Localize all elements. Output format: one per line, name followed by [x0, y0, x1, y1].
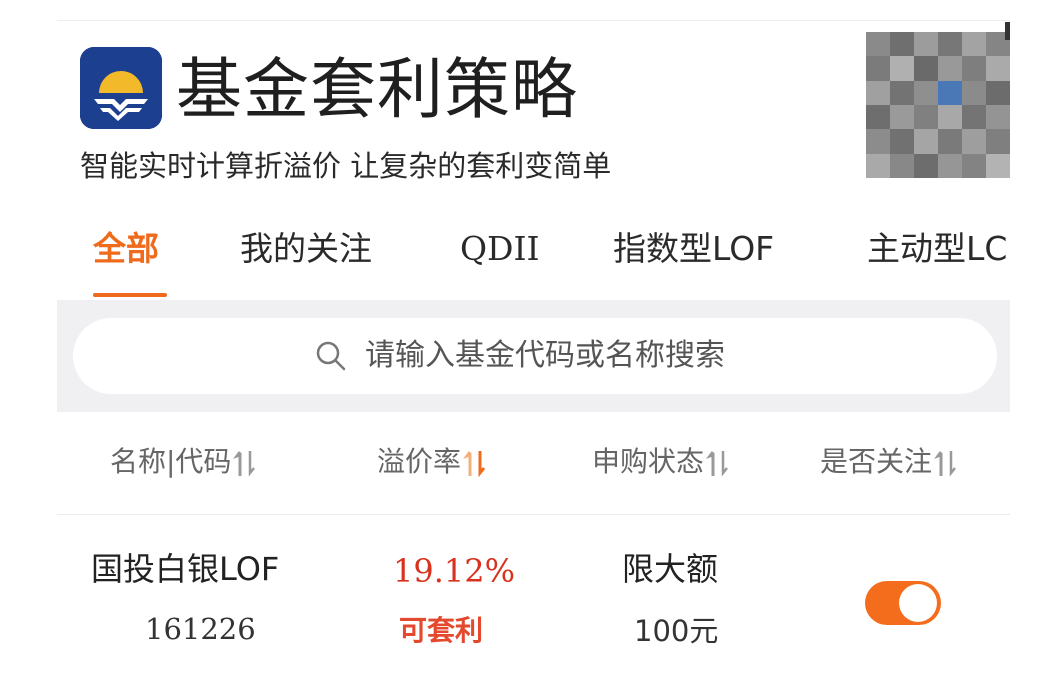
sort-arrows-icon [934, 446, 960, 480]
search-input[interactable]: 请输入基金代码或名称搜索 [73, 318, 997, 394]
tab-active-lof[interactable]: 主动型LC [867, 218, 1007, 280]
sort-subscribe-status[interactable]: 申购状态 [592, 442, 732, 482]
arbitrage-tag: 可套利 [399, 614, 484, 647]
sort-label: 溢价率 [377, 445, 462, 478]
fund-code: 161226 [145, 612, 256, 646]
search-icon [314, 339, 348, 373]
sort-label: 是否关注 [820, 445, 933, 478]
tab-qdii[interactable]: QDII [460, 218, 540, 280]
app-title: 基金套利策略 [176, 51, 578, 128]
sort-label: 名称|代码 [110, 445, 232, 478]
tab-index-lof[interactable]: 指数型LOF [613, 218, 774, 280]
sort-followed[interactable]: 是否关注 [820, 442, 960, 482]
fund-name: 国投白银LOF [91, 550, 280, 588]
sort-label: 申购状态 [592, 445, 705, 478]
active-tab-indicator [93, 293, 167, 297]
sort-name-code[interactable]: 名称|代码 [110, 442, 259, 482]
fund-logo-icon [80, 47, 162, 129]
tab-all[interactable]: 全部 [93, 218, 159, 280]
edge-mark [1005, 22, 1010, 40]
table-row[interactable]: 国投白银LOF 161226 19.12% 可套利 限大额 100元 [57, 515, 1010, 678]
toggle-knob [899, 584, 937, 622]
tab-my-follows[interactable]: 我的关注 [240, 218, 372, 280]
sort-arrows-active-icon [463, 446, 489, 480]
sort-header: 名称|代码 溢价率 申购状态 是否关注 [57, 412, 1010, 515]
tab-bar: 全部 我的关注 QDII 指数型LOF 主动型LC [57, 218, 1010, 300]
qr-code-icon [866, 32, 1010, 178]
sort-arrows-icon [706, 446, 732, 480]
subscribe-limit: 100元 [634, 614, 719, 648]
premium-rate: 19.12% [393, 552, 516, 590]
search-area: 请输入基金代码或名称搜索 [57, 300, 1010, 412]
app-subtitle: 智能实时计算折溢价 让复杂的套利变简单 [80, 149, 612, 183]
sort-arrows-icon [233, 446, 259, 480]
subscribe-status: 限大额 [622, 550, 719, 588]
search-placeholder: 请输入基金代码或名称搜索 [365, 338, 725, 373]
follow-toggle[interactable] [865, 581, 941, 625]
sort-premium[interactable]: 溢价率 [377, 442, 489, 482]
